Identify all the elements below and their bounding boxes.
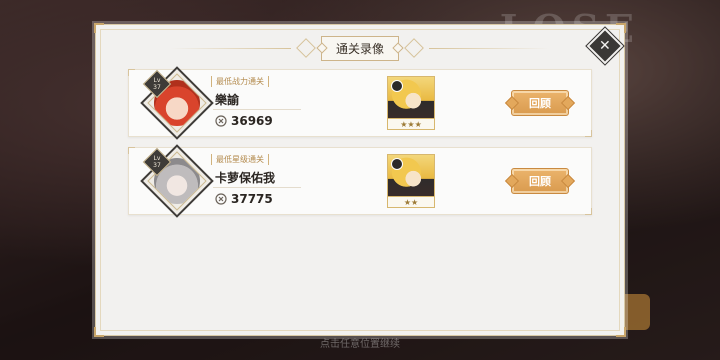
level-value: 37: [153, 162, 161, 169]
combat-power-icon: [215, 193, 227, 205]
player-name: 卡萝保佑我: [215, 171, 276, 185]
power-value: 36969: [231, 114, 273, 128]
power-display: 36969: [215, 114, 273, 128]
review-button[interactable]: 回顾: [511, 90, 569, 116]
name-divider: [213, 187, 301, 188]
diamond-ornament-icon: [296, 38, 316, 58]
level-label: Lv: [153, 77, 161, 84]
dialog-title: 通关录像: [320, 35, 399, 61]
unit-star-rating: ★★★: [388, 118, 434, 129]
record-type-tag: 最低战力通关: [211, 76, 269, 87]
review-button[interactable]: 回顾: [511, 168, 569, 194]
name-divider: [213, 109, 301, 110]
unit-card[interactable]: ★★: [387, 154, 435, 208]
combat-power-icon: [215, 115, 227, 127]
tap-to-continue-hint[interactable]: 点击任意位置继续: [0, 335, 720, 350]
unit-class-icon: [391, 80, 403, 92]
record-type-tag: 最低星级通关: [211, 154, 269, 165]
corner-ornament: [94, 23, 104, 33]
title-divider-left: [170, 47, 291, 49]
unit-card[interactable]: ★★★: [387, 76, 435, 130]
close-x-icon: ✕: [599, 37, 611, 54]
power-display: 37775: [215, 192, 273, 206]
corner-ornament: [616, 327, 626, 337]
level-value: 37: [153, 84, 161, 91]
record-row: Lv 37 最低星级通关 卡萝保佑我 37775 ★★ 回顾: [128, 144, 592, 218]
corner-ornament: [94, 327, 104, 337]
title-divider-right: [429, 47, 549, 49]
clear-records-dialog: 通关录像 ✕ Lv 37 最低战力通关 樂諭 36969 ★★★ 回顾 Lv 3…: [94, 23, 626, 337]
dialog-header: 通关录像: [96, 35, 624, 61]
unit-class-icon: [391, 158, 403, 170]
diamond-ornament-icon: [404, 38, 424, 58]
corner-ornament: [616, 23, 626, 33]
level-label: Lv: [153, 155, 161, 162]
record-row: Lv 37 最低战力通关 樂諭 36969 ★★★ 回顾: [128, 66, 592, 140]
player-name: 樂諭: [215, 93, 240, 107]
power-value: 37775: [231, 192, 273, 206]
unit-star-rating: ★★: [388, 196, 434, 207]
